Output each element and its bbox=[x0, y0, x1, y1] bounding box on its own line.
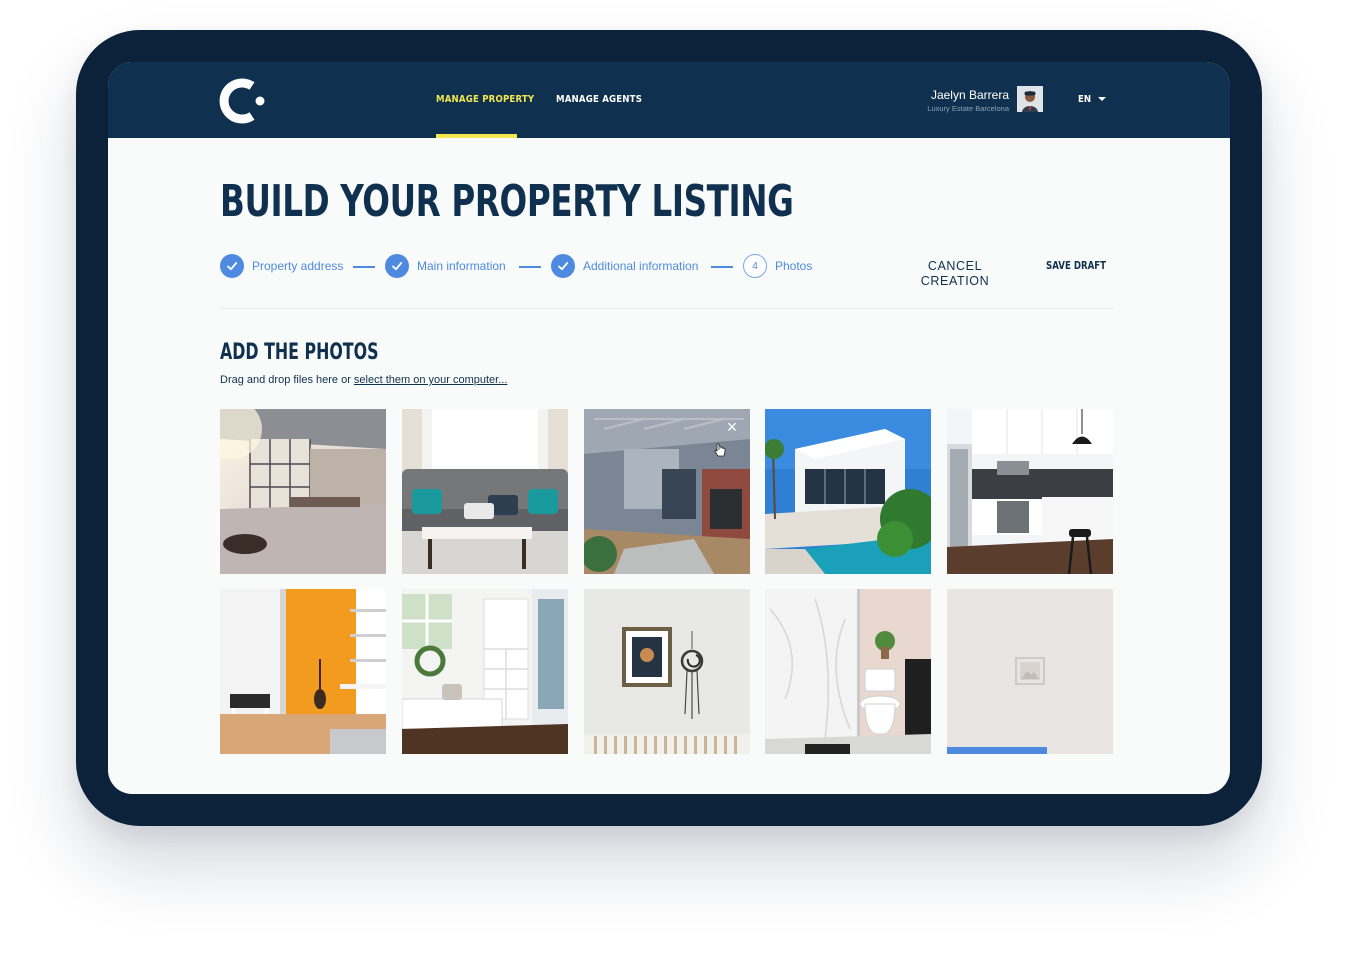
step-main-information[interactable]: Main information bbox=[385, 254, 506, 278]
upload-hint: Drag and drop files here or select them … bbox=[220, 374, 507, 386]
cancel-label-line: CANCEL bbox=[927, 259, 983, 273]
chevron-down-icon[interactable] bbox=[1098, 97, 1106, 101]
save-draft-button[interactable]: SAVE DRAFT bbox=[1046, 260, 1106, 272]
step-connector bbox=[519, 266, 541, 268]
image-placeholder-icon bbox=[1015, 657, 1045, 685]
step-number: 4 bbox=[743, 254, 767, 278]
page-title: BUILD YOUR PROPERTY LISTING bbox=[220, 176, 794, 227]
nav-active-underline bbox=[436, 134, 517, 138]
step-label: Photos bbox=[775, 259, 813, 273]
photo-thumbnail[interactable] bbox=[584, 589, 750, 754]
cancel-creation-button[interactable]: CANCEL CREATION bbox=[908, 259, 1002, 289]
step-property-address[interactable]: Property address bbox=[220, 254, 343, 278]
close-icon[interactable]: × bbox=[724, 418, 740, 436]
upload-progress-fill bbox=[947, 747, 1047, 754]
photo-thumbnail[interactable] bbox=[220, 409, 386, 574]
avatar[interactable] bbox=[1017, 86, 1043, 112]
checkmark-icon bbox=[551, 254, 575, 278]
photo-thumbnail[interactable]: × bbox=[584, 409, 750, 574]
orange-wall-room-image bbox=[220, 589, 386, 754]
step-connector bbox=[353, 266, 375, 268]
step-label: Property address bbox=[252, 259, 344, 273]
photo-thumbnail[interactable] bbox=[947, 409, 1113, 574]
step-connector bbox=[711, 266, 733, 268]
step-photos[interactable]: 4 Photos bbox=[743, 254, 812, 278]
language-selector[interactable]: EN bbox=[1078, 94, 1091, 105]
hand-cursor-icon bbox=[714, 443, 726, 457]
framed-picture-wall-image bbox=[584, 589, 750, 754]
avatar-person-icon bbox=[1017, 86, 1043, 112]
loft-living-room-image bbox=[220, 409, 386, 574]
app-screen: MANAGE PROPERTY MANAGE AGENTS Jaelyn Bar… bbox=[108, 62, 1230, 794]
checkmark-icon bbox=[220, 254, 244, 278]
bathroom-image bbox=[765, 589, 931, 754]
cancel-label-line: CREATION bbox=[920, 274, 990, 288]
select-files-link[interactable]: select them on your computer... bbox=[354, 374, 507, 386]
brand-logo-icon[interactable] bbox=[218, 77, 268, 125]
step-label: Main information bbox=[417, 259, 506, 273]
divider bbox=[220, 308, 1113, 309]
photo-thumbnail[interactable] bbox=[765, 589, 931, 754]
photo-upload-placeholder[interactable] bbox=[947, 589, 1113, 754]
top-navigation-bar: MANAGE PROPERTY MANAGE AGENTS Jaelyn Bar… bbox=[108, 62, 1230, 138]
nav-manage-agents[interactable]: MANAGE AGENTS bbox=[556, 94, 642, 138]
checkmark-icon bbox=[385, 254, 409, 278]
nav-manage-property[interactable]: MANAGE PROPERTY bbox=[436, 94, 534, 138]
user-company: Luxury Estate Barcelona bbox=[927, 104, 1009, 113]
section-title: ADD THE PHOTOS bbox=[220, 340, 379, 365]
mudroom-bench-image bbox=[402, 589, 568, 754]
kitchen-image bbox=[947, 409, 1113, 574]
photo-thumbnail[interactable] bbox=[220, 589, 386, 754]
upload-progress-bar bbox=[947, 747, 1113, 754]
step-additional-information[interactable]: Additional information bbox=[551, 254, 698, 278]
tablet-frame: MANAGE PROPERTY MANAGE AGENTS Jaelyn Bar… bbox=[76, 30, 1262, 826]
step-label: Additional information bbox=[583, 259, 699, 273]
modern-house-pool-image bbox=[765, 409, 931, 574]
photo-thumbnail[interactable] bbox=[765, 409, 931, 574]
sofa-image bbox=[402, 409, 568, 574]
photo-thumbnail[interactable] bbox=[402, 409, 568, 574]
user-name[interactable]: Jaelyn Barrera bbox=[888, 88, 1009, 102]
photo-thumbnail[interactable] bbox=[402, 589, 568, 754]
hint-text: Drag and drop files here or bbox=[220, 374, 354, 386]
